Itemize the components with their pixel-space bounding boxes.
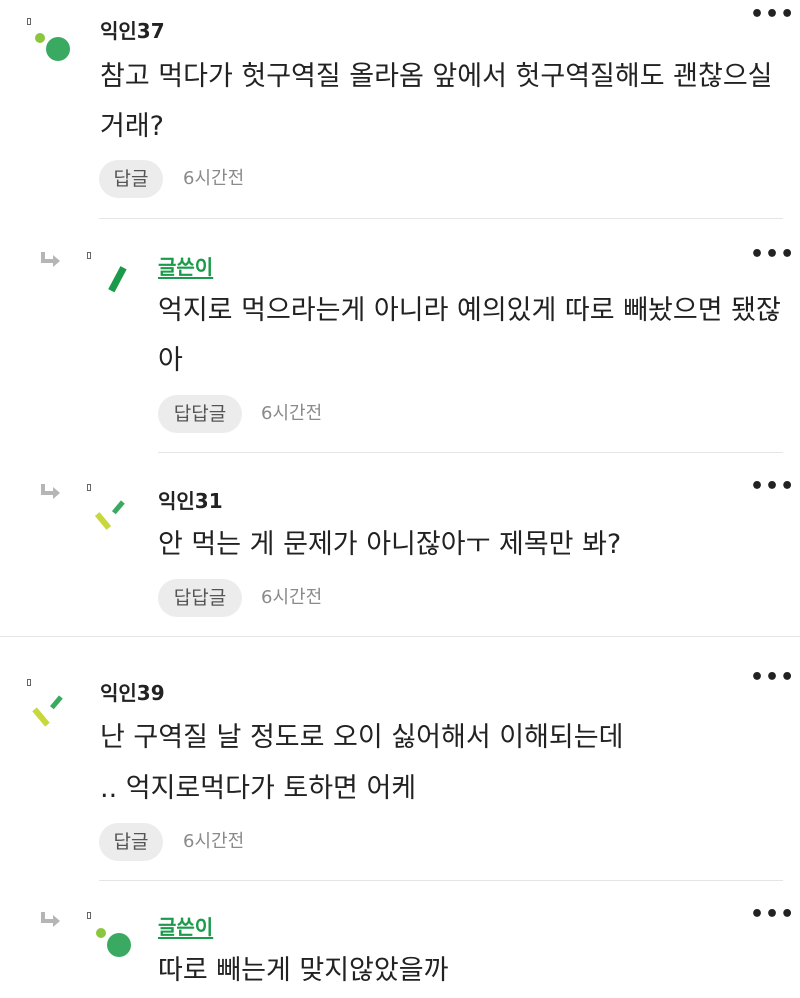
comment-text-line: 거래?	[100, 111, 165, 142]
avatar-icon	[96, 928, 131, 957]
more-options-button[interactable]: •••	[750, 904, 795, 926]
reply-button[interactable]: 답글	[99, 160, 163, 198]
comment-text-line: 참고 먹다가 헛구역질 올라옴 앞에서 헛구역질해도 괜찮으실	[100, 61, 773, 92]
comment-text-line: 따로 빼는게 맞지않았을까	[158, 955, 449, 986]
avatar-icon	[94, 500, 125, 530]
reply-button[interactable]: 답답글	[158, 395, 242, 433]
comment-text-line: 안 먹는 게 문제가 아니잖아ㅜ 제목만 봐?	[158, 529, 622, 560]
comment-author[interactable]: 익인39	[100, 677, 165, 706]
reply-item: 글쓴이 ••• 따로 빼는게 맞지않았을까	[0, 880, 800, 998]
more-options-button[interactable]: •••	[750, 244, 795, 266]
comment-time: 6시간전	[261, 403, 323, 424]
avatar-icon	[32, 695, 63, 727]
comment-time: 6시간전	[183, 831, 245, 852]
more-options-button[interactable]: •••	[750, 667, 795, 689]
more-options-button[interactable]: •••	[750, 4, 795, 26]
comment-author[interactable]: 글쓴이	[158, 911, 213, 940]
comment-marker-icon	[87, 484, 91, 491]
avatar-icon	[35, 33, 70, 61]
reply-item: 글쓴이 ••• 억지로 먹으라는게 아니라 예의있게 따로 빼놨으면 됐잖 아 …	[0, 220, 800, 453]
reply-button[interactable]: 답글	[99, 823, 163, 861]
comment-marker-icon	[87, 252, 91, 259]
comment-text-line: .. 억지로먹다가 토하면 어케	[100, 773, 417, 804]
comment-item: 익인37 ••• 참고 먹다가 헛구역질 올라옴 앞에서 헛구역질해도 괜찮으실…	[0, 0, 800, 220]
comment-author[interactable]: 익인37	[100, 15, 165, 44]
reply-button[interactable]: 답답글	[158, 579, 242, 617]
comment-marker-icon	[87, 912, 91, 919]
comment-time: 6시간전	[261, 587, 323, 608]
reply-arrow-icon	[41, 252, 60, 267]
divider	[99, 218, 783, 219]
comment-author[interactable]: 글쓴이	[158, 251, 213, 280]
comment-author[interactable]: 익인31	[158, 485, 223, 514]
reply-arrow-icon	[41, 912, 60, 927]
avatar-icon	[108, 266, 127, 293]
comment-item: 익인39 ••• 난 구역질 날 정도로 오이 싫어해서 이해되는데 .. 억지…	[0, 637, 800, 881]
reply-arrow-icon	[41, 484, 60, 499]
comment-text-line: 억지로 먹으라는게 아니라 예의있게 따로 빼놨으면 됐잖	[158, 295, 781, 326]
comment-time: 6시간전	[183, 168, 245, 189]
more-options-button[interactable]: •••	[750, 476, 795, 498]
comment-text-line: 아	[158, 345, 183, 376]
reply-item: 익인31 ••• 안 먹는 게 문제가 아니잖아ㅜ 제목만 봐? 답답글 6시간…	[0, 452, 800, 637]
comment-text-line: 난 구역질 날 정도로 오이 싫어해서 이해되는데	[100, 722, 624, 753]
comment-marker-icon	[27, 679, 31, 686]
comment-marker-icon	[27, 18, 31, 25]
